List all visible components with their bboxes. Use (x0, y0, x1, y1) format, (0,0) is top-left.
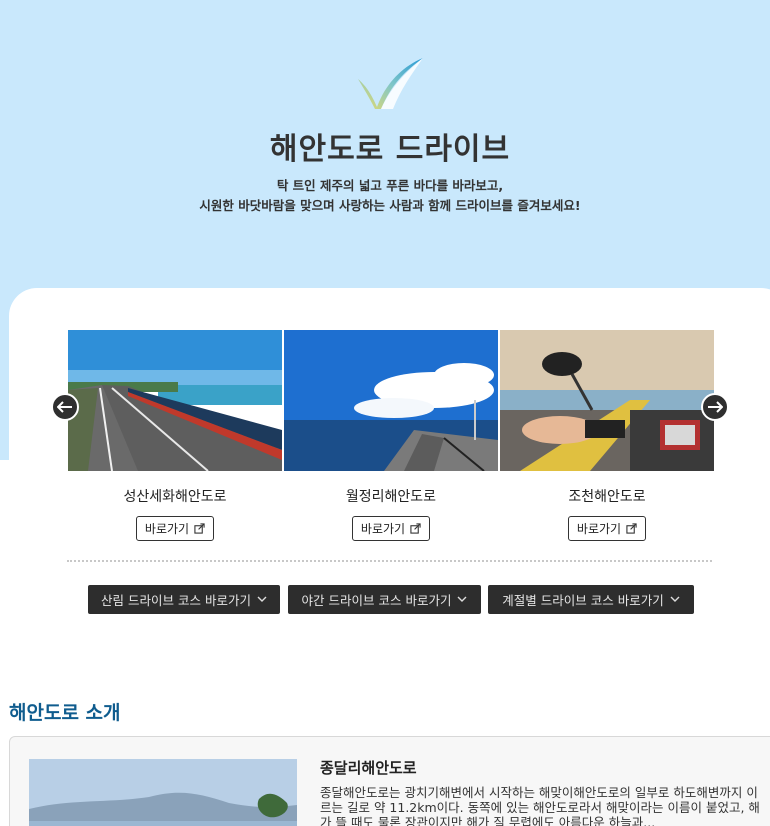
forest-course-button[interactable]: 산림 드라이브 코스 바로가기 (88, 585, 280, 614)
go-button[interactable]: 바로가기 (352, 516, 430, 541)
slide-name: 조천해안도로 (568, 489, 646, 505)
intro-card-text: 종달해안도로는 광치기해변에서 시작하는 해맞이해안도로의 일부로 하도해변까지… (320, 785, 760, 826)
chevron-down-icon (257, 596, 267, 602)
intro-card-title: 종달리해안도로 (320, 759, 417, 777)
intro-card: 종달리해안도로 종달해안도로는 광치기해변에서 시작하는 해맞이해안도로의 일부… (9, 736, 770, 826)
course-button-label: 산림 드라이브 코스 바로가기 (101, 593, 251, 608)
go-button-label: 바로가기 (360, 522, 406, 536)
go-button[interactable]: 바로가기 (568, 516, 646, 541)
go-button[interactable]: 바로가기 (136, 516, 214, 541)
arrow-left-icon (57, 401, 72, 413)
slide-name: 성산세화해안도로 (123, 489, 227, 505)
external-link-icon (194, 523, 205, 534)
hero-description: 탁 트인 제주의 넓고 푸른 바다를 바라보고, 시원한 바닷바람을 맞으며 사… (0, 176, 770, 216)
course-button-label: 계절별 드라이브 코스 바로가기 (502, 593, 664, 608)
intro-image[interactable] (29, 759, 297, 826)
chevron-down-icon (670, 596, 680, 602)
go-button-label: 바로가기 (144, 522, 190, 536)
go-button-label: 바로가기 (576, 522, 622, 536)
external-link-icon (626, 523, 637, 534)
night-course-button[interactable]: 야간 드라이브 코스 바로가기 (288, 585, 481, 614)
prev-slide-button[interactable] (51, 393, 79, 421)
page-title: 해안도로 드라이브 (269, 132, 511, 167)
section-title: 해안도로 소개 (9, 702, 121, 724)
next-slide-button[interactable] (701, 393, 729, 421)
slide-image-woljeongri[interactable] (284, 330, 498, 471)
course-button-label: 야간 드라이브 코스 바로가기 (301, 593, 452, 608)
external-link-icon (410, 523, 421, 534)
divider (67, 560, 712, 562)
arrow-right-icon (708, 401, 723, 413)
chevron-down-icon (457, 596, 467, 602)
slide-name: 월정리해안도로 (345, 489, 437, 505)
season-course-button[interactable]: 계절별 드라이브 코스 바로가기 (488, 585, 694, 614)
slide-image-seongsan[interactable] (68, 330, 282, 471)
hero-desc-line-1: 탁 트인 제주의 넓고 푸른 바다를 바라보고, (276, 178, 504, 193)
hero-desc-line-2: 시원한 바닷바람을 맞으며 사랑하는 사람과 함께 드라이브를 즐겨보세요! (199, 198, 581, 213)
check-logo-icon (358, 58, 423, 109)
slide-image-jocheon[interactable] (500, 330, 714, 471)
